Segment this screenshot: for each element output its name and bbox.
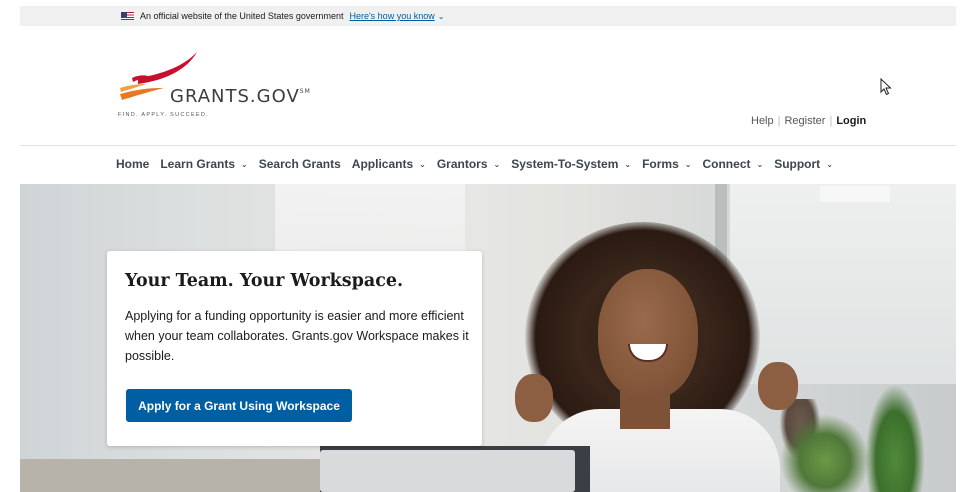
hero-body: Applying for a funding opportunity is ea… xyxy=(125,309,469,363)
chevron-down-icon: ⌄ xyxy=(684,159,692,169)
main-nav: Home Learn Grants ⌄ Search Grants Applica… xyxy=(116,157,844,171)
nav-item-connect[interactable]: Connect ⌄ xyxy=(702,157,763,171)
grants-gov-logo[interactable]: GRANTS.GOVSM FIND. APPLY. SUCCEED. xyxy=(118,48,318,124)
laptop xyxy=(320,450,575,492)
woman-face xyxy=(598,269,698,399)
office-plant xyxy=(780,414,870,492)
hero-card: Your Team. Your Workspace. Applying for … xyxy=(107,251,482,446)
nav-item-learn-grants[interactable]: Learn Grants ⌄ xyxy=(160,157,247,171)
register-link[interactable]: Register xyxy=(784,115,825,127)
hero-title: Your Team. Your Workspace. xyxy=(125,271,404,291)
nav-item-label: Connect xyxy=(702,157,751,171)
nav-item-grantors[interactable]: Grantors ⌄ xyxy=(437,157,500,171)
nav-item-home[interactable]: Home xyxy=(116,157,149,171)
nav-item-search-grants[interactable]: Search Grants xyxy=(259,157,341,171)
us-flag-icon xyxy=(121,12,134,20)
chevron-down-icon: ⌄ xyxy=(241,159,248,169)
nav-item-label: Applicants xyxy=(351,157,414,171)
nav-item-label: Search Grants xyxy=(258,157,341,171)
woman-fist xyxy=(758,362,798,410)
apply-workspace-button[interactable]: Apply for a Grant Using Workspace xyxy=(126,389,352,422)
ceiling-light xyxy=(820,186,890,202)
logo-service-mark: SM xyxy=(299,88,311,95)
gov-banner: An official website of the United States… xyxy=(20,6,956,26)
logo-name-text: GRANTS.GOV xyxy=(170,86,300,107)
woman-fist xyxy=(515,374,553,422)
mouse-cursor-icon xyxy=(880,78,892,96)
gov-banner-text: An official website of the United States… xyxy=(140,11,344,21)
office-window xyxy=(730,184,956,384)
divider: | xyxy=(829,115,833,127)
chevron-down-icon: ⌄ xyxy=(756,159,764,169)
gov-banner-link[interactable]: Here's how you know xyxy=(349,11,434,21)
logo-tagline: FIND. APPLY. SUCCEED. xyxy=(118,112,209,118)
nav-item-label: Home xyxy=(116,157,150,171)
nav-item-label: Forms xyxy=(642,157,679,171)
nav-item-system-to-system[interactable]: System-To-System ⌄ xyxy=(511,157,631,171)
page: An official website of the United States… xyxy=(0,0,961,492)
office-plant xyxy=(865,384,925,492)
nav-item-label: Support xyxy=(774,157,821,171)
nav-item-label: System-To-System xyxy=(511,157,619,171)
chevron-down-icon: ⌄ xyxy=(493,159,501,169)
chevron-down-icon: ⌄ xyxy=(624,159,632,169)
chevron-down-icon[interactable]: ⌄ xyxy=(438,12,445,21)
nav-item-label: Grantors xyxy=(436,157,488,171)
office-desk xyxy=(20,459,320,492)
help-link[interactable]: Help xyxy=(751,115,774,127)
nav-item-support[interactable]: Support ⌄ xyxy=(774,157,833,171)
header-divider xyxy=(20,145,956,146)
nav-item-applicants[interactable]: Applicants ⌄ xyxy=(352,157,426,171)
logo-wordmark: GRANTS.GOVSM xyxy=(170,86,311,107)
nav-item-label: Learn Grants xyxy=(160,157,236,171)
divider: | xyxy=(777,115,781,127)
nav-item-forms[interactable]: Forms ⌄ xyxy=(642,157,691,171)
chevron-down-icon: ⌄ xyxy=(826,159,833,169)
utility-nav: Help | Register | Login xyxy=(751,115,866,127)
login-link[interactable]: Login xyxy=(836,115,866,127)
chevron-down-icon: ⌄ xyxy=(419,159,426,169)
